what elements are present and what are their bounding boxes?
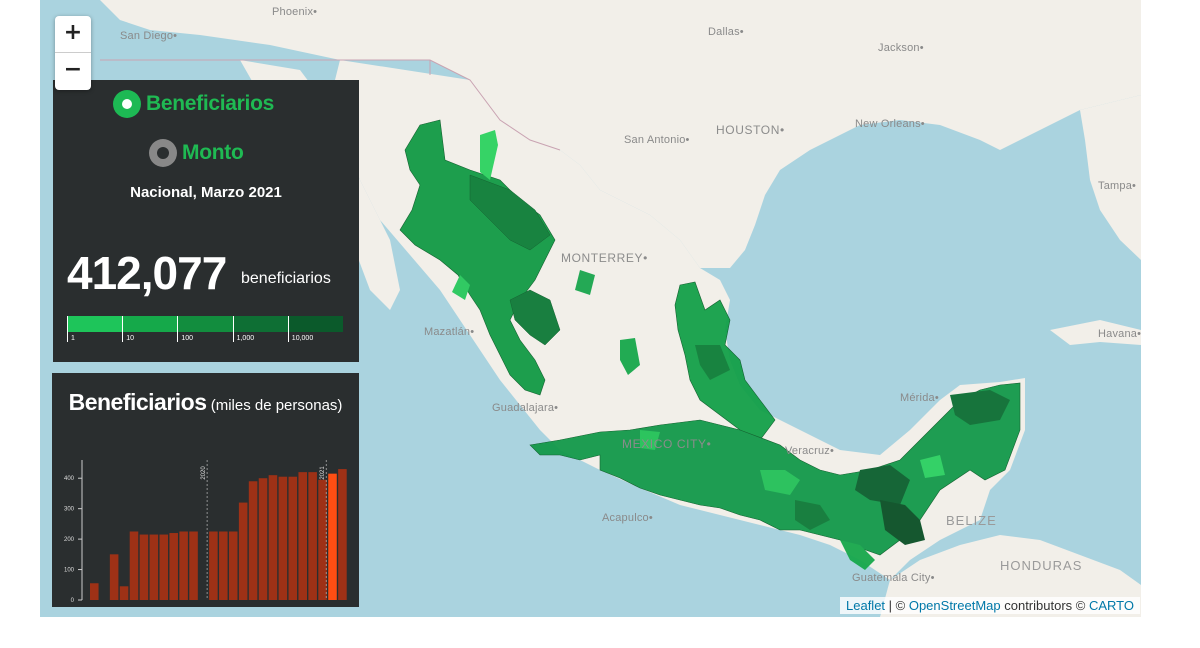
chart-panel: Beneficiarios (miles de personas) 0 100 20… — [52, 373, 359, 607]
carto-link[interactable]: CARTO — [1089, 598, 1134, 613]
leaflet-link[interactable]: Leaflet — [846, 598, 885, 613]
radio-monto-label: Monto — [182, 141, 244, 164]
city-label: San Antonio• — [624, 134, 690, 146]
legend-tick-label: 1,000 — [236, 335, 255, 342]
radio-beneficiarios[interactable]: Beneficiarios — [113, 90, 274, 118]
bar — [288, 476, 298, 600]
legend-tick-label: 10,000 — [291, 335, 314, 342]
bar — [119, 586, 129, 600]
bar-chart: 0 100 200 300 400 2020 2021 — [64, 460, 347, 604]
bar — [248, 481, 258, 600]
bar — [179, 531, 188, 600]
attrib-sep: | © — [885, 598, 909, 613]
city-label: Mérida• — [900, 392, 939, 404]
city-label: Veracruz• — [785, 445, 835, 457]
zoom-control: + − — [55, 16, 91, 90]
bar — [278, 476, 288, 600]
city-label: Acapulco• — [602, 512, 653, 524]
bar — [338, 469, 347, 600]
radio-beneficiarios-label: Beneficiarios — [146, 92, 274, 115]
y-tick-label: 400 — [64, 476, 75, 482]
attrib-mid: contributors © — [1000, 598, 1089, 613]
legend-tick — [67, 316, 68, 342]
city-label: San Diego• — [120, 30, 178, 42]
bar — [258, 478, 268, 600]
bar — [149, 534, 159, 600]
legend-ticks: 1 10 100 1,000 10,000 — [67, 316, 343, 346]
total-beneficiarios: 412,077 — [67, 247, 227, 299]
summary-panel: Beneficiarios Monto Nacional, Marzo 2021… — [53, 80, 359, 362]
bar — [129, 531, 139, 600]
city-label: Guadalajara• — [492, 402, 559, 414]
city-label: Havana• — [1098, 328, 1141, 340]
radio-unselected-icon — [149, 139, 177, 167]
legend-tick-label: 10 — [126, 335, 134, 342]
city-label: Phoenix• — [272, 6, 318, 18]
bar — [159, 534, 169, 600]
city-label: MONTERREY• — [561, 251, 648, 265]
bar — [90, 583, 99, 600]
bar — [219, 531, 228, 600]
bar — [169, 533, 178, 600]
year-marker-label: 2021 — [320, 466, 326, 480]
zoom-out-button[interactable]: − — [55, 53, 91, 89]
city-label: Tampa• — [1098, 180, 1137, 192]
city-label: MEXICO CITY• — [622, 437, 712, 451]
bar — [268, 475, 278, 600]
city-label: Jackson• — [878, 42, 924, 54]
bar — [139, 534, 149, 600]
radio-selected-icon — [113, 90, 141, 118]
osm-link[interactable]: OpenStreetMap — [909, 598, 1001, 613]
city-label: BELIZE — [946, 513, 997, 528]
bar — [189, 531, 198, 600]
y-tick-label: 0 — [71, 598, 75, 604]
bar — [318, 479, 327, 600]
y-tick-label: 300 — [64, 507, 75, 513]
bar — [228, 531, 238, 600]
bar — [328, 473, 337, 600]
legend-tick-label: 100 — [181, 335, 194, 342]
city-label: Mazatlán• — [424, 326, 475, 338]
legend-tick-label: 1 — [71, 335, 75, 342]
zoom-in-button[interactable]: + — [55, 16, 91, 53]
legend-tick — [232, 316, 234, 342]
bar — [109, 554, 119, 600]
legend-tick — [122, 316, 124, 342]
city-label: HONDURAS — [1000, 558, 1083, 573]
radio-monto[interactable]: Monto — [149, 139, 244, 167]
total-unit: beneficiarios — [241, 270, 331, 287]
y-tick-label: 100 — [64, 568, 75, 574]
map-attribution: Leaflet | © OpenStreetMap contributors ©… — [840, 597, 1140, 614]
bar — [308, 472, 317, 600]
legend-tick — [287, 316, 289, 342]
city-label: New Orleans• — [855, 118, 925, 130]
legend-tick — [177, 316, 179, 342]
city-label: Guatemala City• — [852, 572, 935, 584]
panel-subtitle: Nacional, Marzo 2021 — [130, 184, 282, 201]
y-tick-label: 200 — [64, 537, 75, 543]
year-marker-label: 2020 — [201, 466, 207, 480]
bar — [209, 531, 218, 600]
city-label: Dallas• — [708, 26, 744, 38]
bar — [238, 502, 248, 600]
bar — [298, 472, 308, 600]
city-label: HOUSTON• — [716, 123, 785, 137]
